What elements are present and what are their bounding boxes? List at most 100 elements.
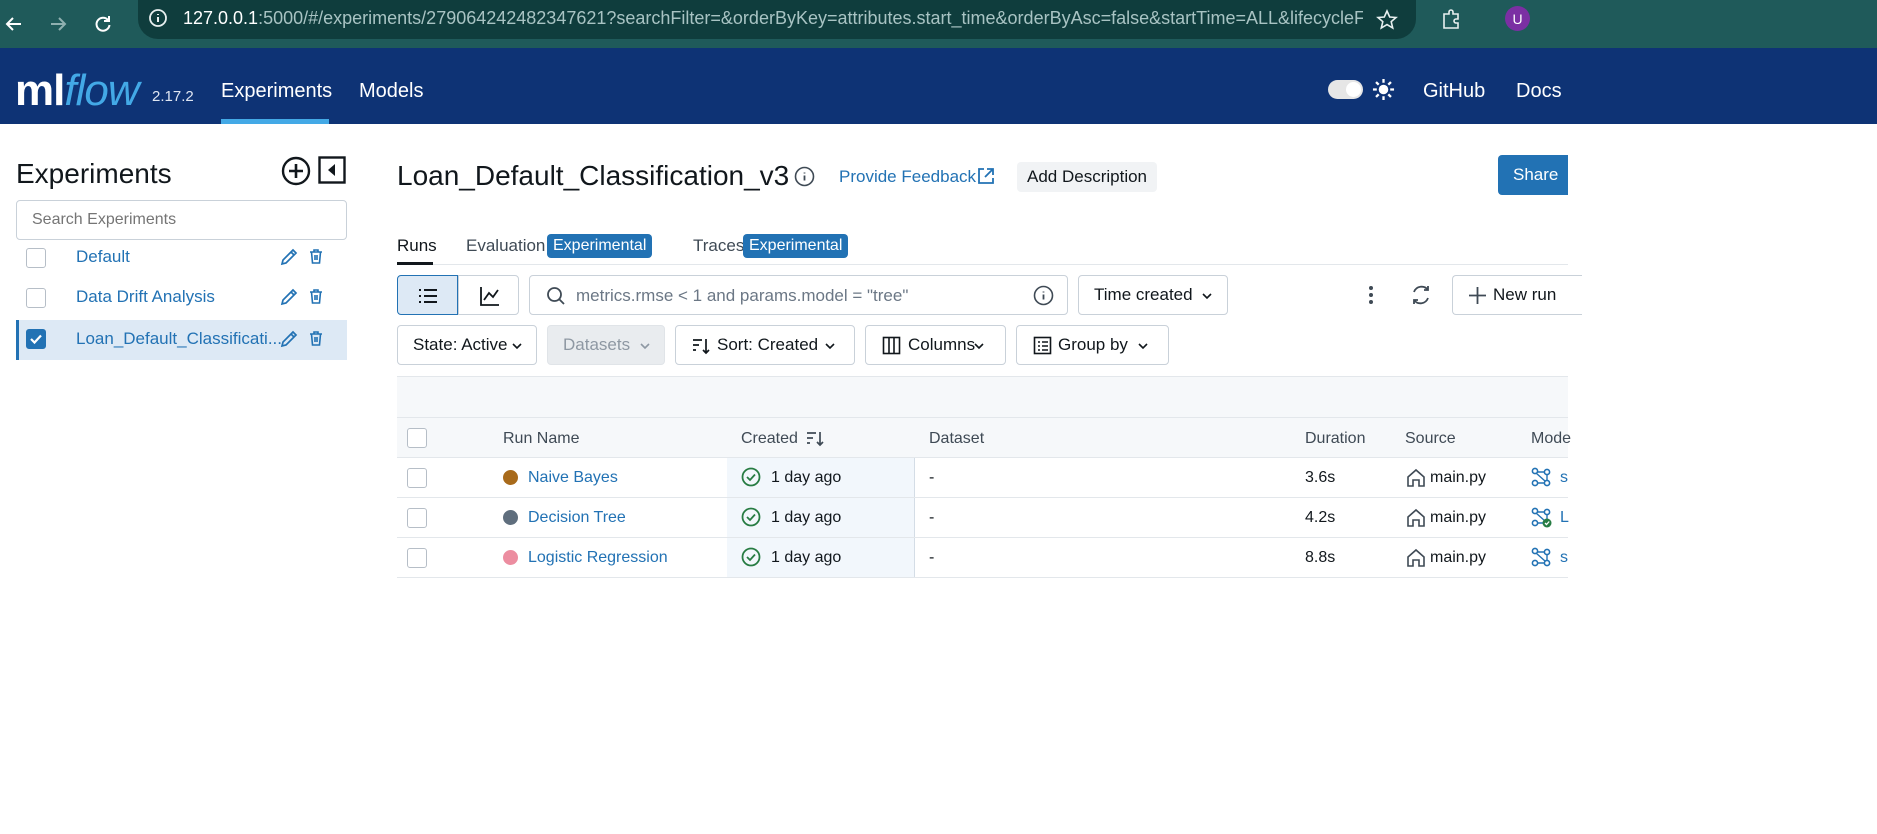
- more-options-icon[interactable]: [1361, 284, 1381, 311]
- run-color-dot[interactable]: [503, 470, 518, 485]
- search-icon: [547, 287, 565, 305]
- search-experiments-input[interactable]: [16, 200, 347, 240]
- created-value: 1 day ago: [771, 509, 842, 526]
- mlflow-logo[interactable]: mlflow: [15, 66, 140, 116]
- sidebar-item-label[interactable]: Default: [76, 247, 130, 267]
- source-value[interactable]: main.py: [1430, 549, 1486, 567]
- registered-model-icon[interactable]: [1530, 506, 1552, 528]
- table-row[interactable]: Logistic Regression 1 day ago - 8.8s mai…: [397, 538, 1568, 578]
- delete-trash-icon[interactable]: [307, 329, 327, 349]
- add-experiment-icon[interactable]: [281, 156, 311, 186]
- experiment-checkbox[interactable]: [26, 248, 46, 268]
- info-icon[interactable]: [794, 166, 815, 192]
- model-icon[interactable]: [1530, 466, 1552, 488]
- search-help-icon[interactable]: [1033, 285, 1054, 306]
- model-icon[interactable]: [1530, 546, 1552, 568]
- run-search-input[interactable]: metrics.rmse < 1 and params.model = "tre…: [529, 275, 1068, 315]
- run-name-link[interactable]: Logistic Regression: [528, 549, 668, 567]
- table-row[interactable]: Naive Bayes 1 day ago - 3.6s main.py s: [397, 458, 1568, 498]
- refresh-icon[interactable]: [1410, 284, 1432, 311]
- row-checkbox[interactable]: [407, 548, 427, 568]
- experiment-checkbox[interactable]: [26, 288, 46, 308]
- collapse-sidebar-icon[interactable]: [318, 156, 348, 186]
- chart-view-toggle[interactable]: [458, 275, 519, 315]
- state-filter-label: State: Active: [413, 335, 508, 354]
- external-link-icon[interactable]: [976, 166, 996, 191]
- run-name-link[interactable]: Decision Tree: [528, 509, 626, 527]
- url-text[interactable]: 127.0.0.1:5000/#/experiments/27906424248…: [183, 8, 1363, 29]
- docs-link[interactable]: Docs: [1516, 80, 1562, 103]
- run-color-dot[interactable]: [503, 510, 518, 525]
- logo-ml: ml: [15, 66, 65, 115]
- created-value: 1 day ago: [771, 469, 842, 486]
- success-check-icon: [741, 507, 761, 527]
- edit-pencil-icon[interactable]: [279, 247, 299, 267]
- delete-trash-icon[interactable]: [307, 247, 327, 267]
- experimental-badge: Experimental: [547, 234, 653, 258]
- sidebar-item-label[interactable]: Data Drift Analysis: [76, 287, 215, 307]
- share-button[interactable]: Share: [1498, 155, 1568, 195]
- run-name-link[interactable]: Naive Bayes: [528, 469, 618, 487]
- dark-mode-toggle[interactable]: [1328, 80, 1363, 99]
- forward-icon[interactable]: [44, 10, 72, 38]
- row-checkbox[interactable]: [407, 508, 427, 528]
- sun-icon: [1372, 78, 1395, 106]
- tab-runs[interactable]: Runs: [397, 236, 437, 256]
- run-color-dot[interactable]: [503, 550, 518, 565]
- group-by-label: Group by: [1058, 335, 1128, 354]
- experiment-title: Loan_Default_Classification_v3: [397, 160, 790, 191]
- tab-evaluation[interactable]: Evaluation: [466, 236, 545, 256]
- sidebar-item-data-drift[interactable]: Data Drift Analysis: [16, 278, 347, 318]
- time-created-select[interactable]: Time created: [1078, 275, 1228, 315]
- delete-trash-icon[interactable]: [307, 287, 327, 307]
- header-dataset[interactable]: Dataset: [929, 430, 984, 448]
- table-row[interactable]: Decision Tree 1 day ago - 4.2s main.py L: [397, 498, 1569, 538]
- sidebar-item-label[interactable]: Loan_Default_Classificati...: [76, 329, 282, 349]
- github-link[interactable]: GitHub: [1423, 80, 1485, 103]
- experiment-checkbox-checked[interactable]: [26, 329, 46, 349]
- profile-avatar[interactable]: U: [1505, 6, 1530, 31]
- success-check-icon: [741, 467, 761, 487]
- tab-traces[interactable]: Traces: [693, 236, 744, 256]
- back-icon[interactable]: [0, 10, 28, 38]
- sidebar-item-loan-default[interactable]: Loan_Default_Classificati...: [16, 320, 347, 360]
- extensions-icon[interactable]: [1440, 8, 1462, 35]
- source-value[interactable]: main.py: [1430, 509, 1486, 527]
- table-view-toggle[interactable]: [397, 275, 458, 315]
- select-all-checkbox[interactable]: [407, 428, 427, 448]
- browser-toolbar: 127.0.0.1:5000/#/experiments/27906424248…: [0, 0, 1877, 48]
- columns-select[interactable]: Columns: [865, 325, 1006, 365]
- sort-icon: [693, 339, 710, 355]
- chevron-down-icon: [1138, 343, 1148, 350]
- source-value[interactable]: main.py: [1430, 469, 1486, 487]
- header-source[interactable]: Source: [1405, 430, 1456, 448]
- nav-models[interactable]: Models: [359, 80, 423, 103]
- model-link[interactable]: s: [1560, 549, 1568, 567]
- new-run-button[interactable]: New run: [1452, 275, 1582, 315]
- chevron-down-icon: [974, 343, 984, 350]
- reload-icon[interactable]: [89, 10, 117, 38]
- header-created[interactable]: Created: [741, 430, 798, 448]
- sort-label: Sort: Created: [717, 335, 819, 354]
- dataset-value: -: [929, 549, 935, 566]
- group-by-select[interactable]: Group by: [1016, 325, 1169, 365]
- nav-experiments[interactable]: Experiments: [221, 80, 332, 103]
- sort-desc-icon[interactable]: [805, 429, 824, 448]
- edit-pencil-icon[interactable]: [279, 329, 299, 349]
- header-duration[interactable]: Duration: [1305, 430, 1365, 448]
- state-filter-select[interactable]: State: Active: [397, 325, 537, 365]
- edit-pencil-icon[interactable]: [279, 287, 299, 307]
- model-link[interactable]: s: [1560, 469, 1568, 487]
- duration-value: 3.6s: [1305, 469, 1336, 486]
- sort-select[interactable]: Sort: Created: [675, 325, 855, 365]
- provide-feedback-link[interactable]: Provide Feedback: [839, 167, 976, 187]
- header-models[interactable]: Mode: [1531, 430, 1571, 448]
- site-info-icon[interactable]: [148, 8, 168, 33]
- model-link[interactable]: L: [1560, 509, 1569, 527]
- header-run-name[interactable]: Run Name: [503, 430, 579, 448]
- bookmark-star-icon[interactable]: [1376, 9, 1398, 36]
- time-created-label: Time created: [1094, 285, 1193, 304]
- sidebar-item-default[interactable]: Default: [16, 238, 347, 278]
- add-description-button[interactable]: Add Description: [1017, 162, 1158, 192]
- row-checkbox[interactable]: [407, 468, 427, 488]
